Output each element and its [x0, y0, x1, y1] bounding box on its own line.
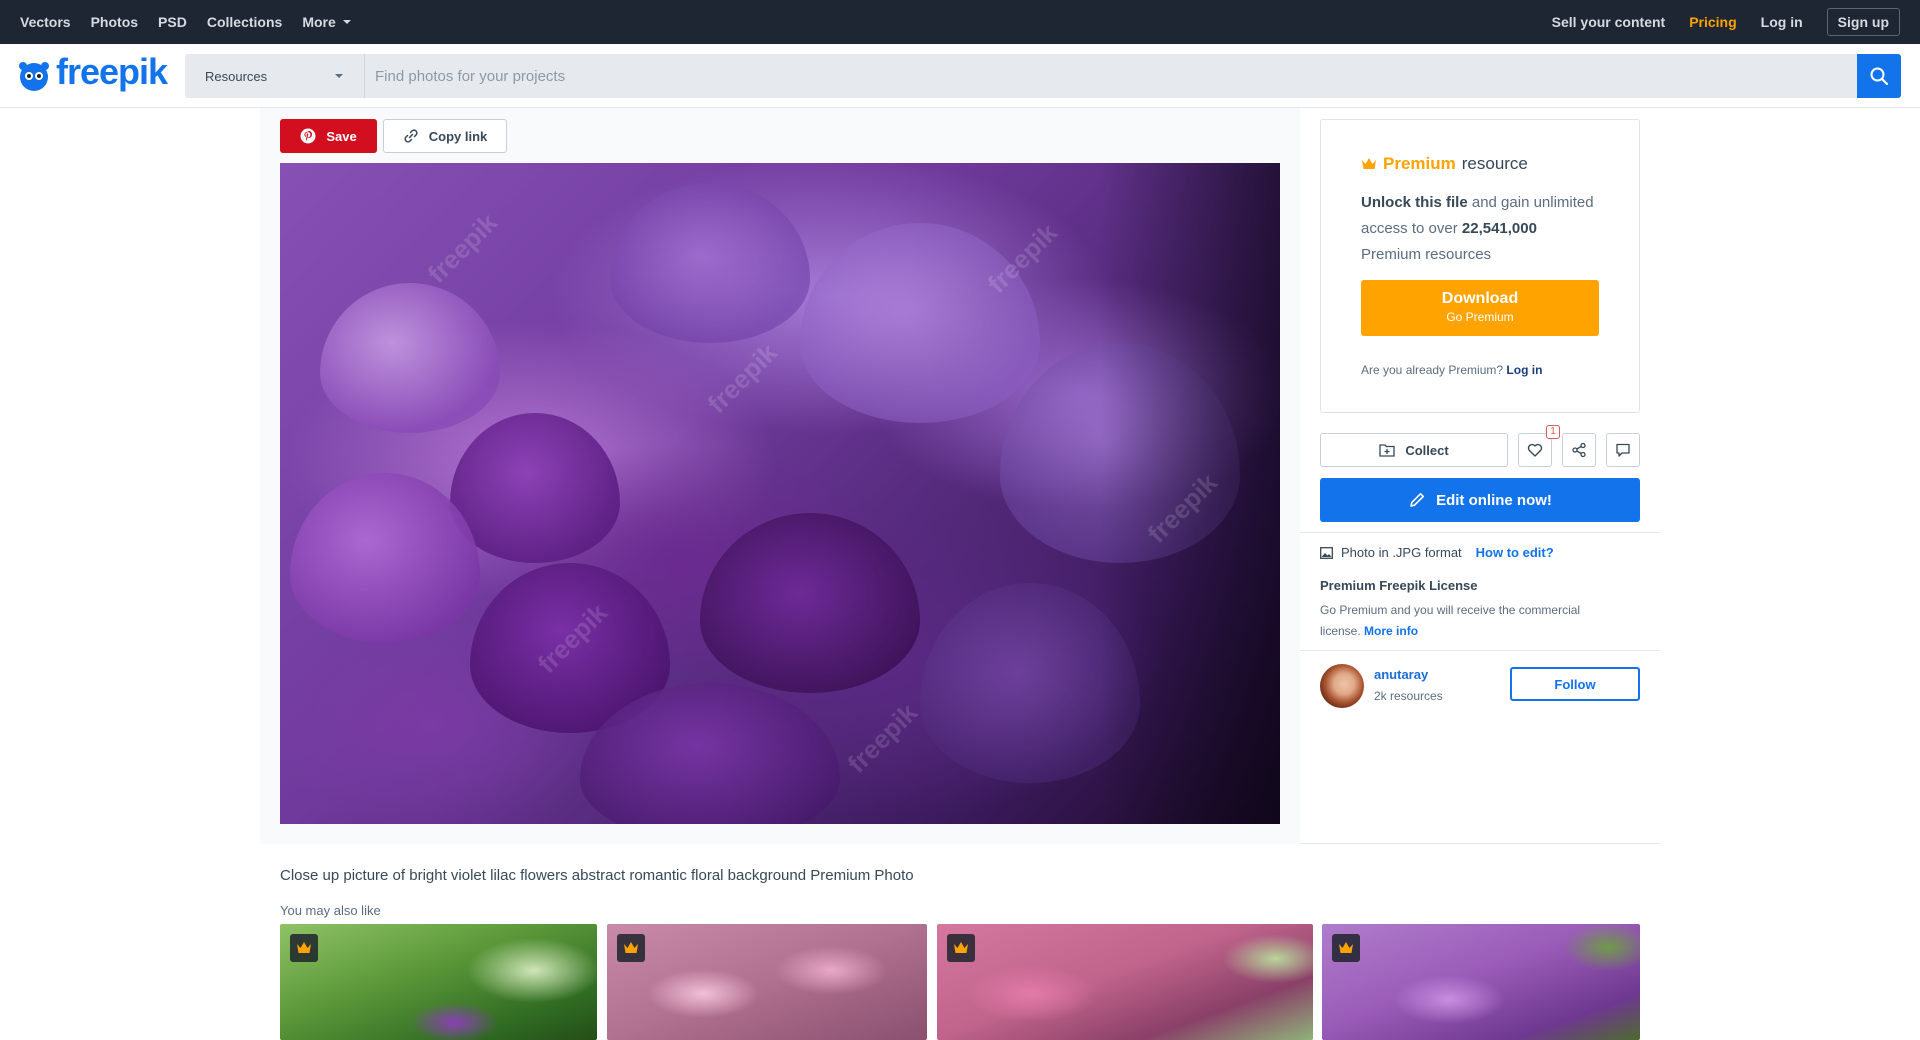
photo-petal: [320, 283, 500, 433]
crown-icon: [954, 942, 968, 953]
photo-title: Close up picture of bright violet lilac …: [280, 867, 914, 884]
nav-more[interactable]: More: [302, 14, 351, 30]
resource-label: resource: [1461, 154, 1528, 173]
premium-resource-title: Premium resource: [1361, 154, 1528, 174]
license-description: Go Premium and you will receive the comm…: [1320, 603, 1581, 638]
license-title: Premium Freepik License: [1320, 578, 1478, 593]
premium-label: Premium: [1383, 154, 1456, 173]
premium-badge: [1332, 934, 1360, 962]
search-input[interactable]: [365, 54, 1857, 98]
resource-type-label: Resources: [205, 68, 268, 84]
related-thumbnail[interactable]: [280, 924, 597, 1040]
copy-link-label: Copy link: [428, 128, 488, 144]
format-label: Photo in .JPG format: [1341, 545, 1462, 560]
how-to-edit-link[interactable]: How to edit?: [1476, 545, 1554, 560]
photo-watermark: freepik: [841, 697, 924, 779]
logo-wordmark: freepik: [56, 51, 168, 92]
share-button[interactable]: [1562, 433, 1596, 467]
crown-icon: [1339, 942, 1353, 953]
related-thumbnail[interactable]: [1322, 924, 1640, 1040]
likes-count-badge: 1: [1546, 425, 1560, 439]
caret-down-icon: [335, 74, 343, 78]
login-link[interactable]: Log in: [1761, 14, 1803, 30]
premium-count: 22,541,000: [1461, 220, 1537, 237]
heart-icon: [1527, 443, 1543, 457]
folder-plus-icon: [1379, 444, 1395, 457]
author-name-link[interactable]: anutaray: [1374, 667, 1428, 682]
download-button[interactable]: Download Go Premium: [1361, 280, 1599, 336]
search-header: freepik Resources: [0, 44, 1920, 108]
nav-vectors[interactable]: Vectors: [20, 14, 71, 30]
nav-photos[interactable]: Photos: [91, 14, 138, 30]
crown-icon: [1362, 158, 1376, 169]
photo-petal: [700, 513, 920, 693]
nav-more-label: More: [302, 14, 336, 30]
collect-button[interactable]: Collect: [1320, 433, 1508, 467]
follow-button[interactable]: Follow: [1510, 667, 1640, 701]
related-heading: You may also like: [280, 903, 381, 918]
top-navigation-bar: Vectors Photos PSD Collections More Sell…: [0, 0, 1920, 44]
divider: [1300, 650, 1660, 651]
comment-icon: [1616, 443, 1630, 457]
premium-badge: [947, 934, 975, 962]
license-text: Go Premium and you will receive the comm…: [1320, 600, 1620, 642]
sell-content-link[interactable]: Sell your content: [1552, 14, 1666, 30]
nav-psd[interactable]: PSD: [158, 14, 187, 30]
lilac-photo-preview: freepik freepik freepik freepik freepik …: [280, 163, 1280, 824]
premium-count-rest: Premium resources: [1361, 246, 1492, 263]
related-thumbnail[interactable]: [607, 924, 927, 1040]
unlock-text: Unlock this file and gain unlimited acce…: [1361, 190, 1601, 268]
link-icon: [404, 129, 418, 143]
resource-type-select[interactable]: Resources: [185, 54, 365, 98]
save-label: Save: [326, 128, 357, 144]
edit-online-label: Edit online now!: [1436, 491, 1552, 509]
edit-online-button[interactable]: Edit online now!: [1320, 478, 1640, 522]
premium-badge: [617, 934, 645, 962]
chevron-down-icon: [342, 20, 351, 24]
pinterest-save-button[interactable]: Save: [280, 119, 377, 153]
search-button[interactable]: [1857, 54, 1901, 98]
category-nav: Vectors Photos PSD Collections More: [20, 14, 372, 30]
unlock-bold: Unlock this file: [1361, 194, 1468, 211]
more-info-link[interactable]: More info: [1364, 624, 1418, 638]
signup-button[interactable]: Sign up: [1826, 8, 1900, 36]
comment-button[interactable]: [1606, 433, 1640, 467]
freepik-logo[interactable]: freepik: [14, 51, 168, 94]
photo-watermark: freepik: [701, 337, 784, 419]
image-icon: [1320, 546, 1333, 559]
search-bar: Resources: [185, 54, 1901, 98]
nav-collections[interactable]: Collections: [207, 14, 282, 30]
pencil-icon: [1410, 493, 1425, 507]
divider: [1300, 843, 1660, 844]
photo-petal: [800, 223, 1040, 423]
author-resources-count: 2k resources: [1374, 689, 1443, 703]
premium-login-link[interactable]: Log in: [1506, 363, 1542, 377]
already-premium-label: Are you already Premium?: [1361, 363, 1504, 377]
search-icon: [1870, 67, 1889, 86]
photo-petal: [610, 183, 810, 343]
share-icon: [1572, 442, 1586, 458]
divider: [1300, 532, 1660, 533]
crown-icon: [297, 942, 311, 953]
already-premium-text: Are you already Premium? Log in: [1361, 363, 1542, 377]
go-premium-label: Go Premium: [1446, 310, 1514, 324]
account-nav: Sell your content Pricing Log in Sign up: [1528, 8, 1900, 36]
premium-card: Premium resource Unlock this file and ga…: [1320, 119, 1640, 413]
file-format-row: Photo in .JPG format How to edit?: [1320, 545, 1554, 560]
pinterest-icon: [300, 128, 316, 144]
author-avatar[interactable]: [1320, 664, 1364, 708]
photo-petal: [450, 413, 620, 563]
freepik-mascot-icon: [19, 62, 49, 91]
premium-badge: [290, 934, 318, 962]
copy-link-button[interactable]: Copy link: [383, 119, 507, 153]
photo-watermark: freepik: [421, 207, 504, 289]
download-label: Download: [1441, 290, 1519, 307]
related-thumbnail[interactable]: [937, 924, 1313, 1040]
pricing-link[interactable]: Pricing: [1689, 14, 1736, 30]
crown-icon: [624, 942, 638, 953]
collect-label: Collect: [1405, 442, 1449, 458]
